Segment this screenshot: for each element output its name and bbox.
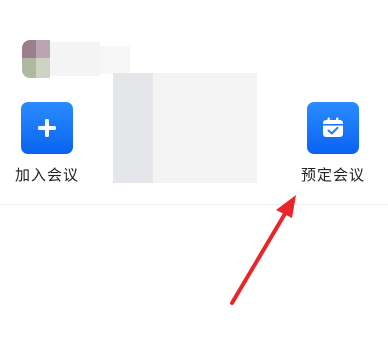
mosaic-tile	[100, 46, 130, 74]
mosaic-tile	[50, 42, 100, 76]
section-divider	[0, 204, 388, 205]
blurred-region	[153, 73, 257, 183]
join-meeting-icon-box	[21, 102, 73, 154]
schedule-meeting-label: 预定会议	[300, 166, 365, 184]
schedule-meeting-button[interactable]: 预定会议	[288, 102, 378, 185]
mosaic-tile	[22, 58, 36, 78]
calendar-check-icon	[323, 117, 343, 137]
blurred-region	[113, 73, 153, 183]
mosaic-tile	[22, 40, 36, 58]
schedule-meeting-icon-box	[307, 102, 359, 154]
join-meeting-label: 加入会议	[14, 166, 79, 184]
mosaic-tile	[36, 58, 50, 78]
plus-icon	[38, 119, 56, 137]
join-meeting-button[interactable]: 加入会议	[2, 102, 92, 185]
mosaic-tile	[36, 40, 50, 58]
